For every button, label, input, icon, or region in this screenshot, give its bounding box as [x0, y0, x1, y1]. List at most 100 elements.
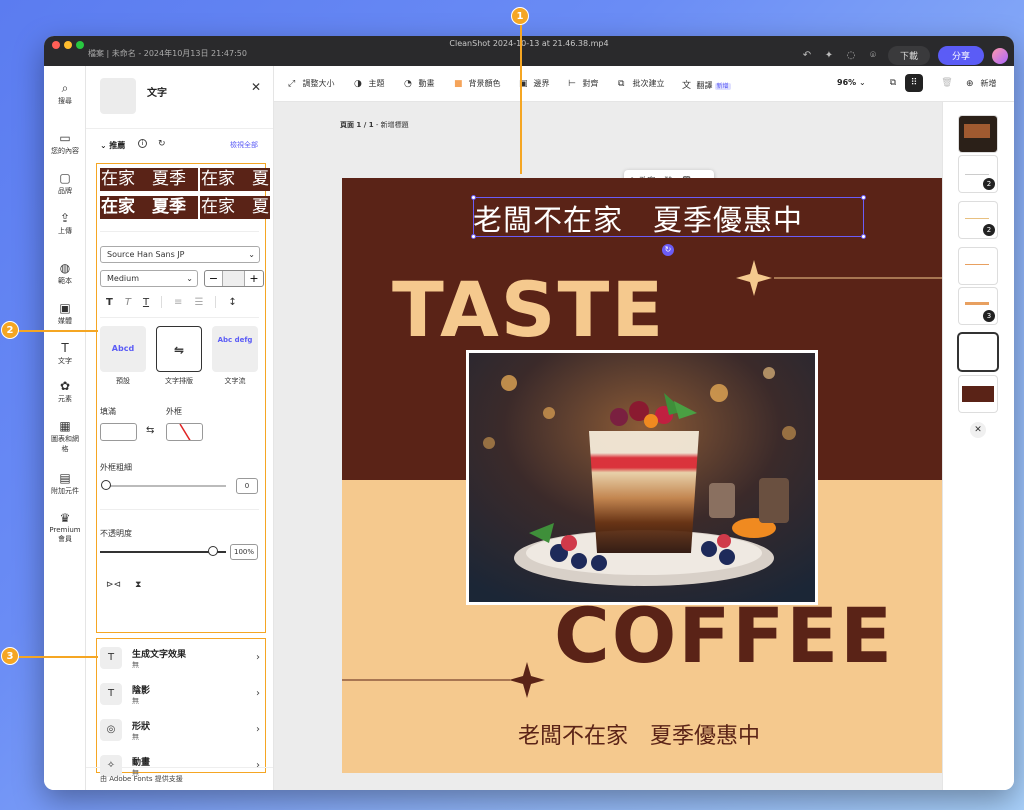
zoom-select[interactable]: 96% ⌄	[837, 78, 866, 87]
view-all-link[interactable]: 檢視全部	[230, 140, 258, 150]
text-preset-sample[interactable]: 在家 夏季	[100, 196, 198, 219]
page-thumbnail-active[interactable]	[959, 334, 997, 370]
italic-icon[interactable]: T	[125, 297, 131, 308]
page-label[interactable]: 頁面 1 / 1 - 新增標題	[340, 120, 409, 130]
layer-order-icon[interactable]: ⧗	[135, 580, 141, 590]
bold-icon[interactable]: T	[106, 297, 113, 308]
chevron-down-icon[interactable]: ⌄	[100, 141, 107, 150]
callout-1: 1	[511, 7, 529, 25]
divider	[100, 509, 259, 510]
font-size-stepper[interactable]: − +	[204, 270, 264, 287]
style-card-label: 預設	[116, 377, 130, 385]
rail-item-text[interactable]: T 文字	[44, 340, 86, 366]
effect-row-generate-text[interactable]: T 生成文字效果 無 ›	[100, 644, 260, 678]
collaborate-icon[interactable]: ✦	[822, 49, 836, 63]
rail-item-media[interactable]: ▣ 媒體	[44, 300, 86, 326]
share-link-icon[interactable]: ⌾	[866, 49, 880, 63]
grid-toggle-icon[interactable]: ⠿	[905, 74, 923, 92]
page-thumbnail[interactable]	[959, 116, 997, 152]
comment-icon[interactable]: ◌	[844, 49, 858, 63]
toolbar-batch-create[interactable]: ⧉ 批次建立	[618, 78, 665, 89]
toolbar-theme[interactable]: ◑ 主題	[354, 78, 385, 89]
font-size-value[interactable]	[223, 271, 245, 286]
close-icon[interactable]: ✕	[251, 80, 261, 94]
stroke-width-slider-thumb[interactable]	[101, 480, 111, 490]
coffee-heading[interactable]: COFFEE	[554, 596, 894, 676]
effect-row-shadow[interactable]: T 陰影 無 ›	[100, 680, 260, 714]
stroke-color-swatch[interactable]	[166, 423, 203, 441]
toolbar-add-page[interactable]: ⊕ 新增	[966, 78, 997, 89]
rotate-icon[interactable]: ↻	[662, 244, 674, 256]
resize-handle[interactable]	[861, 195, 866, 200]
info-icon[interactable]: i	[138, 139, 147, 148]
page-thumbnail[interactable]	[959, 248, 997, 284]
page-count-badge: 3	[983, 310, 995, 322]
opacity-input[interactable]: 100%	[230, 544, 258, 560]
toolbar-align[interactable]: ⊢ 對齊	[568, 78, 599, 89]
download-button[interactable]: 下載	[887, 46, 930, 65]
style-card-typography[interactable]: ⇋	[156, 326, 202, 372]
undo-icon[interactable]: ↶	[800, 49, 814, 63]
rail-item-premium[interactable]: ♛ Premium 會員	[44, 510, 86, 544]
decrease-icon[interactable]: −	[205, 271, 223, 286]
share-button[interactable]: 分享	[937, 46, 984, 65]
font-weight-select[interactable]: Medium ⌄	[100, 270, 198, 287]
coffee-photo[interactable]	[466, 350, 818, 605]
resize-handle[interactable]	[471, 195, 476, 200]
toolbar-background-color[interactable]: ■ 背景顏色	[454, 78, 501, 89]
opacity-slider-thumb[interactable]	[208, 546, 218, 556]
divider	[161, 296, 163, 308]
font-family-select[interactable]: Source Han Sans JP ⌄	[100, 246, 260, 263]
resize-handle[interactable]	[861, 234, 866, 239]
stroke-width-slider[interactable]	[104, 485, 226, 487]
page-thumbnail[interactable]	[959, 376, 997, 412]
align-icon: ⊢	[568, 79, 576, 89]
swap-icon[interactable]: ⇆	[146, 425, 154, 436]
rail-item-elements[interactable]: ✿ 元素	[44, 378, 86, 404]
effect-row-shape[interactable]: ◎ 形狀 無 ›	[100, 716, 260, 750]
rail-item-your-content[interactable]: ▭ 您的內容	[44, 130, 86, 156]
trash-icon[interactable]: 🗑	[938, 74, 956, 92]
rail-item-addons[interactable]: ▤ 附加元件	[44, 470, 86, 496]
stroke-width-input[interactable]: 0	[236, 478, 258, 494]
fill-color-swatch[interactable]	[100, 423, 137, 441]
search-icon: ⌕	[61, 81, 69, 95]
text-preset-sample[interactable]: 在家 夏	[200, 196, 270, 219]
canvas-toolbar: ⤢ 調整大小 ◑ 主題 ◔ 動畫 ■ 背景顏色 ▣ 邊界 ⊢ 對齊 ⧉ 批次建立…	[274, 66, 1014, 102]
text-preset-sample[interactable]: 在家 夏	[200, 168, 270, 191]
sliders-icon: ⇋	[173, 343, 185, 357]
rail-item-brand[interactable]: ▢ 品牌	[44, 170, 86, 196]
toolbar-border[interactable]: ▣ 邊界	[519, 78, 550, 89]
resize-handle[interactable]	[471, 234, 476, 239]
arrange-tools: ⊳⊲ ⧗	[106, 580, 141, 590]
style-card-label: 文字流	[224, 377, 246, 385]
rail-item-charts-grids[interactable]: ▦ 圖表和網格	[44, 418, 86, 454]
toolbar-animation[interactable]: ◔ 動畫	[404, 78, 435, 89]
page-thumbnail[interactable]: 2	[959, 156, 997, 192]
list-icon[interactable]: ☰	[194, 297, 203, 308]
align-center-icon[interactable]: ≡	[174, 297, 182, 308]
refresh-icon[interactable]: ↻	[158, 139, 166, 149]
rail-item-search[interactable]: ⌕ 搜尋	[44, 80, 86, 106]
increase-icon[interactable]: +	[245, 271, 263, 286]
crown-icon: ♛	[59, 511, 71, 525]
flip-horizontal-icon[interactable]: ⊳⊲	[106, 580, 121, 590]
line-spacing-icon[interactable]: ↕	[228, 297, 236, 308]
page-thumbnail[interactable]: 3	[959, 288, 997, 324]
underline-icon[interactable]: T	[143, 297, 149, 308]
copy-icon[interactable]: ⧉	[884, 74, 902, 92]
rail-item-upload[interactable]: ⇪ 上傳	[44, 210, 86, 236]
toolbar-translate[interactable]: 文 翻譯 新增	[682, 78, 731, 91]
breadcrumb[interactable]: 檔案 | 未命名 - 2024年10月13日 21:47:50	[88, 48, 247, 59]
avatar[interactable]	[992, 47, 1008, 64]
poster-canvas[interactable]: 老闆不在家 夏季優惠中 ↻ TASTE COFFEE 老闆不在家 夏季優惠中	[342, 178, 947, 773]
close-icon[interactable]: ✕	[970, 422, 986, 438]
taste-heading[interactable]: TASTE	[392, 270, 665, 350]
headline-bottom-text[interactable]: 老闆不在家 夏季優惠中	[518, 718, 760, 750]
text-preset-sample[interactable]: 在家 夏季	[100, 168, 198, 191]
style-card-text-flow[interactable]: Abc defg	[212, 326, 258, 372]
style-card-default[interactable]: Abcd	[100, 326, 146, 372]
rail-item-templates[interactable]: ◍ 範本	[44, 260, 86, 286]
toolbar-resize[interactable]: ⤢ 調整大小	[288, 78, 335, 89]
page-thumbnail[interactable]: 2	[959, 202, 997, 238]
